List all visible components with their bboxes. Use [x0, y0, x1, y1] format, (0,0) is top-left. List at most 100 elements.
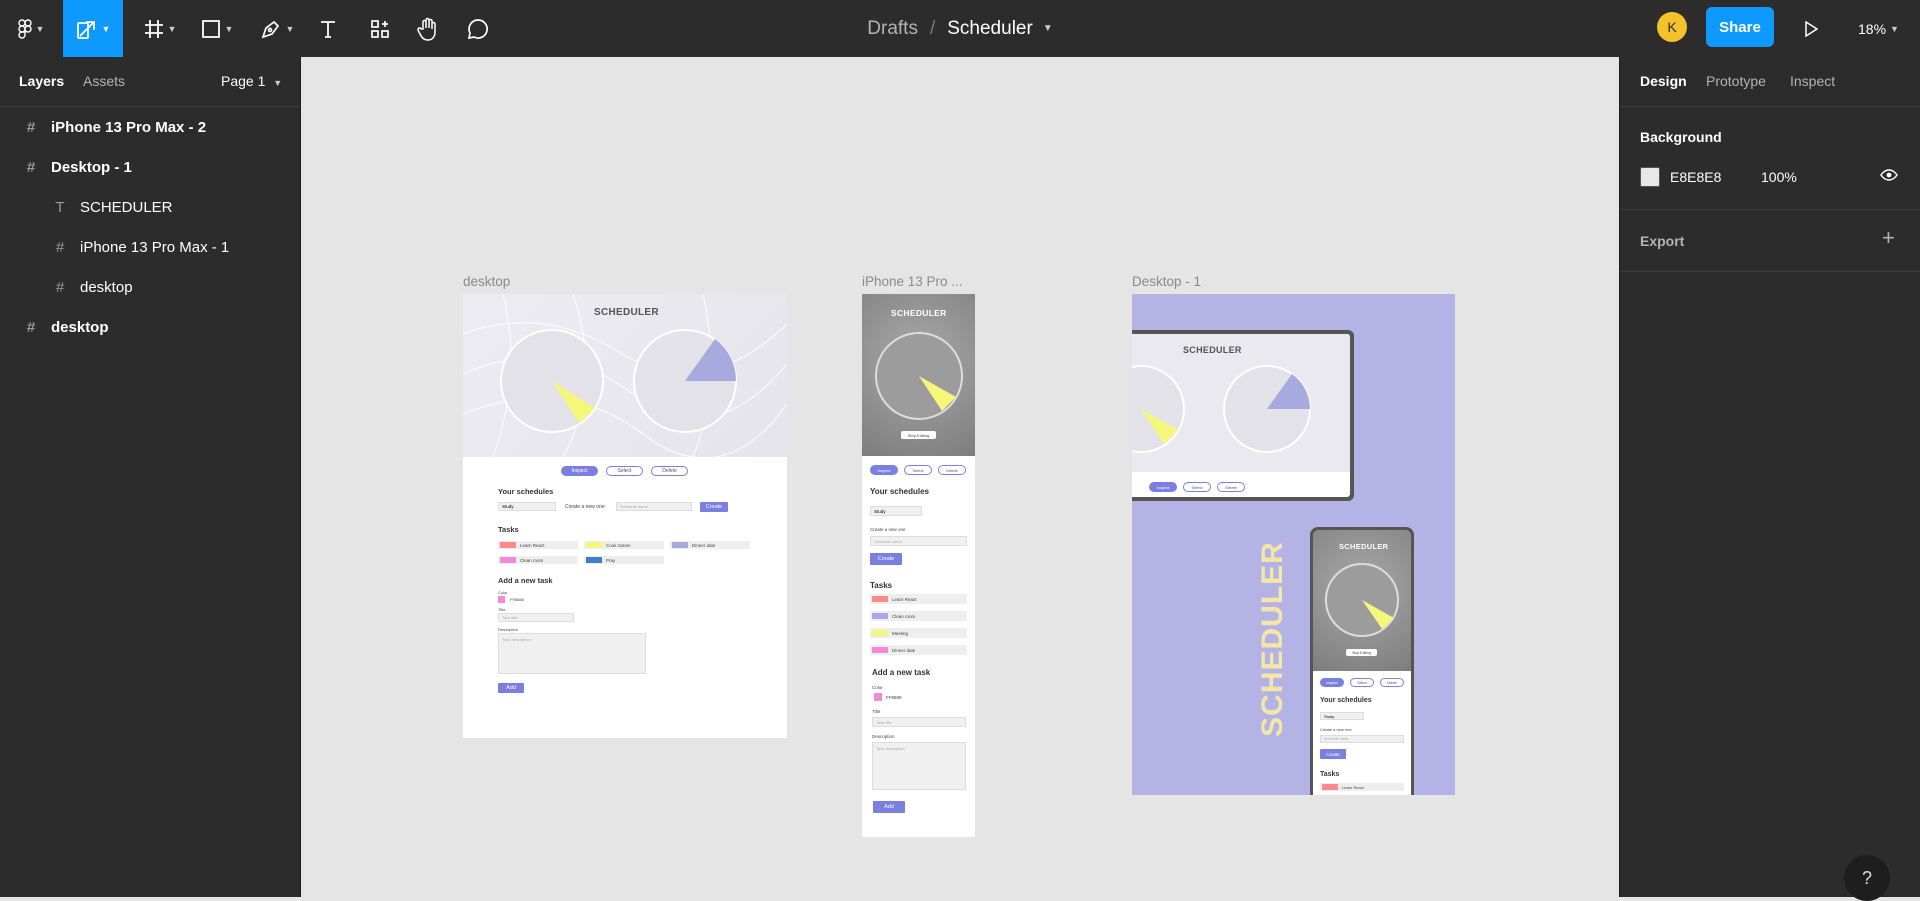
- color-swatch: [874, 693, 882, 701]
- canvas[interactable]: desktop SCHEDULER Inspect Select Delete …: [301, 57, 1619, 897]
- color-swatch: [498, 596, 505, 603]
- tab-assets[interactable]: Assets: [83, 73, 125, 89]
- pill-inspect: Inspect: [870, 465, 898, 475]
- pill-inspect: Inspect: [1149, 482, 1177, 492]
- task-item: Learn React: [1320, 783, 1404, 791]
- task-swatch: [1322, 784, 1338, 790]
- create-button: Create: [700, 502, 728, 512]
- task-item: Learn React: [870, 594, 967, 604]
- create-button: Create: [870, 553, 902, 565]
- frame-label-desktop[interactable]: desktop: [463, 274, 510, 289]
- present-button[interactable]: [1796, 0, 1826, 57]
- tab-inspect[interactable]: Inspect: [1790, 73, 1835, 89]
- clock-right: [633, 329, 737, 433]
- task-swatch: [872, 647, 888, 653]
- zoom-level: 18%: [1858, 20, 1887, 37]
- page-selector[interactable]: Page 1 ▼: [221, 73, 282, 89]
- stop-editing-button: Stop Editing: [1346, 649, 1377, 656]
- layer-item[interactable]: # Desktop - 1: [0, 147, 300, 187]
- tasks-heading: Tasks: [1320, 771, 1340, 778]
- zoom-menu[interactable]: 18% ▼: [1858, 0, 1899, 57]
- layer-name: iPhone 13 Pro Max - 2: [51, 118, 207, 136]
- pill-select: Select: [1350, 678, 1374, 687]
- task-swatch: [872, 630, 888, 636]
- avatar[interactable]: K: [1657, 12, 1687, 42]
- play-icon: [1805, 20, 1818, 37]
- share-button[interactable]: Share: [1706, 7, 1774, 47]
- layer-name: Desktop - 1: [51, 158, 132, 176]
- schedules-heading: Your schedules: [498, 487, 554, 496]
- task-label: Cook ramen: [606, 542, 631, 548]
- desc-label: Description: [872, 734, 895, 739]
- background-color-swatch[interactable]: [1640, 167, 1660, 187]
- task-label: Pray: [606, 557, 616, 563]
- tab-layers[interactable]: Layers: [19, 73, 64, 89]
- layer-item[interactable]: # desktop: [0, 307, 300, 347]
- visibility-toggle[interactable]: [1880, 168, 1898, 187]
- pill-inspect: Inspect: [1320, 678, 1344, 687]
- add-task-heading: Add a new task: [498, 576, 553, 585]
- background-opacity[interactable]: 100%: [1761, 169, 1797, 185]
- add-export-icon[interactable]: +: [1882, 227, 1895, 249]
- breadcrumb-drafts[interactable]: Drafts: [867, 18, 918, 40]
- frame-icon: #: [26, 118, 36, 136]
- laptop-screen: SCHEDULER Inspect Select Delete: [1132, 334, 1350, 497]
- frame-desktop-1[interactable]: SCHEDULER Inspect Select Delete SCHEDULE…: [1132, 294, 1455, 795]
- pill-inspect: Inspect: [561, 466, 598, 476]
- task-item: Dinner date: [870, 645, 967, 655]
- file-name[interactable]: Scheduler: [947, 18, 1033, 40]
- desc-input: Task description: [872, 742, 966, 790]
- task-item: Meeting: [870, 628, 967, 638]
- pill-select: Select: [1183, 482, 1211, 492]
- help-button[interactable]: ?: [1844, 855, 1890, 901]
- task-label: Learn React: [892, 596, 917, 602]
- chevron-down-icon[interactable]: ▼: [1043, 23, 1053, 34]
- text-layer-icon: T: [55, 198, 65, 216]
- export-heading: Export: [1640, 233, 1685, 249]
- task-item: Pray: [584, 556, 664, 564]
- schedule-name-input: Schedule name: [616, 502, 692, 511]
- schedule-name-input: Schedule name: [1320, 735, 1404, 743]
- schedule-select: Study: [498, 502, 556, 511]
- pill-delete: Delete: [1217, 482, 1245, 492]
- toolbar: ▼ ▼ ▼ ▼ ▼ Drafts / Scheduler ▼ K Share 1…: [0, 0, 1920, 57]
- color-value: FF8888: [886, 695, 902, 700]
- task-swatch: [872, 596, 888, 602]
- frame-desktop[interactable]: SCHEDULER Inspect Select Delete Your sch…: [463, 294, 787, 738]
- clock-left: [1132, 365, 1185, 453]
- color-value: FF8888: [510, 597, 524, 602]
- frame-icon: #: [26, 318, 36, 336]
- create-new-label: Create a new one: [1320, 727, 1352, 732]
- frame-label-desktop-1[interactable]: Desktop - 1: [1132, 274, 1201, 289]
- frame-iphone[interactable]: SCHEDULER Stop Editing Inspect Select De…: [862, 294, 975, 837]
- create-new-label: Create a new one: [870, 527, 906, 532]
- right-panel-tabs: Design Prototype Inspect: [1620, 57, 1920, 107]
- task-item: Clean room: [498, 556, 578, 564]
- desc-label: Description: [498, 627, 519, 632]
- background-color-value[interactable]: E8E8E8: [1670, 169, 1721, 185]
- layer-item[interactable]: # iPhone 13 Pro Max - 2: [0, 107, 300, 147]
- layer-item[interactable]: # desktop: [0, 267, 300, 307]
- layer-name: desktop: [51, 318, 109, 336]
- layer-item[interactable]: # iPhone 13 Pro Max - 1: [0, 227, 300, 267]
- promo-word: SCHEDULER: [1256, 541, 1289, 737]
- color-label: Color: [872, 685, 883, 690]
- layers-panel: Layers Assets Page 1 ▼ # iPhone 13 Pro M…: [0, 57, 301, 897]
- task-label: Dinner date: [892, 647, 916, 653]
- task-label: Learn React: [520, 542, 545, 548]
- tab-prototype[interactable]: Prototype: [1706, 73, 1766, 89]
- phone-device: SCHEDULER Stop Editing Inspect Select De…: [1310, 527, 1414, 795]
- frame-label-iphone[interactable]: iPhone 13 Pro ...: [862, 274, 963, 289]
- add-button: Add: [873, 801, 905, 813]
- clock: [875, 332, 963, 420]
- layer-item[interactable]: T SCHEDULER: [0, 187, 300, 227]
- schedule-name-input: Schedule name: [870, 536, 967, 546]
- phone-screen: SCHEDULER Stop Editing Inspect Select De…: [1313, 530, 1411, 795]
- export-section: Export +: [1620, 210, 1920, 272]
- task-item: Clean room: [870, 611, 967, 621]
- title-label: Title: [872, 709, 881, 714]
- chevron-down-icon: ▼: [273, 78, 283, 88]
- task-label: Dinner date: [692, 542, 716, 548]
- tab-design[interactable]: Design: [1640, 73, 1687, 89]
- tasks-heading: Tasks: [870, 581, 893, 590]
